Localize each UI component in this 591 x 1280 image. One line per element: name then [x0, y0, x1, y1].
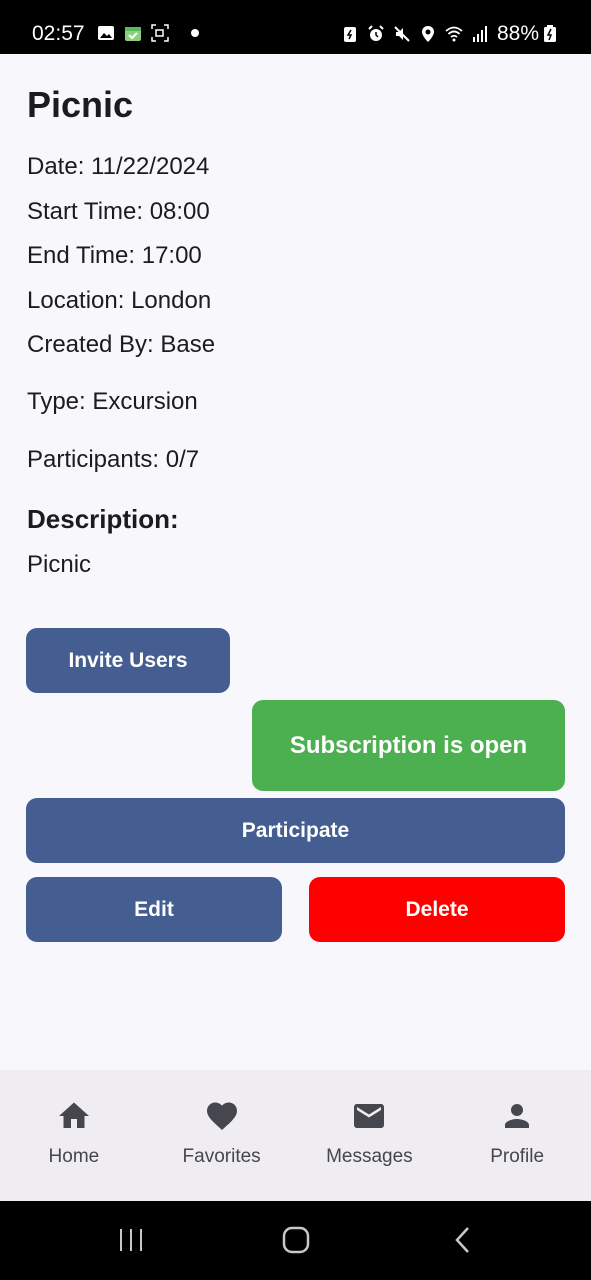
- heart-icon: [206, 1102, 237, 1131]
- battery-percent: 88%: [496, 22, 539, 45]
- edit-button[interactable]: Edit: [26, 877, 282, 942]
- nav-item-home[interactable]: Home: [0, 1070, 148, 1201]
- delete-button[interactable]: Delete: [309, 877, 565, 942]
- event-created-by: Created By: Base: [27, 331, 216, 358]
- alarm-icon: [368, 25, 384, 41]
- event-participants: Participants: 0/7: [27, 446, 200, 473]
- nav-item-messages[interactable]: Messages: [296, 1070, 444, 1201]
- battery-saver-icon: [343, 27, 356, 42]
- event-description: Picnic: [27, 551, 92, 578]
- nav-label-favorites: Favorites: [182, 1146, 261, 1167]
- signal-icon: [472, 26, 487, 42]
- home-button-icon[interactable]: [281, 1225, 311, 1255]
- home-icon: [58, 1102, 89, 1128]
- mail-icon: [354, 1104, 385, 1128]
- nav-label-home: Home: [48, 1146, 100, 1167]
- recent-apps-icon[interactable]: [116, 1225, 146, 1255]
- dot-icon: [191, 29, 199, 37]
- system-navigation-bar: [0, 1201, 591, 1280]
- gallery-icon: [98, 26, 114, 40]
- bottom-navigation: Home Favorites Messages Profile: [0, 1070, 591, 1201]
- event-title: Picnic: [27, 84, 134, 125]
- subscription-status-button[interactable]: Subscription is open: [252, 700, 565, 791]
- nav-label-messages: Messages: [326, 1146, 413, 1167]
- nav-item-favorites[interactable]: Favorites: [148, 1070, 296, 1201]
- event-detail-screen: Picnic Date: 11/22/2024 Start Time: 08:0…: [0, 54, 591, 1070]
- event-location: Location: London: [27, 287, 212, 314]
- event-type: Type: Excursion: [27, 388, 198, 415]
- nav-label-profile: Profile: [490, 1146, 545, 1167]
- person-icon: [505, 1104, 530, 1128]
- screen-record-icon: [151, 24, 169, 42]
- status-time: 02:57: [32, 22, 85, 45]
- event-date: Date: 11/22/2024: [27, 153, 210, 180]
- event-end-time: End Time: 17:00: [27, 242, 202, 269]
- location-icon: [421, 26, 434, 42]
- status-bar: 02:57 88%: [0, 0, 591, 54]
- participate-button[interactable]: Participate: [26, 798, 565, 863]
- invite-users-button[interactable]: Invite Users: [26, 628, 230, 693]
- mute-icon: [394, 26, 410, 42]
- calendar-icon: [125, 27, 141, 41]
- back-icon[interactable]: [448, 1225, 478, 1255]
- event-start-time: Start Time: 08:00: [27, 198, 210, 225]
- battery-charging-icon: [544, 25, 556, 42]
- nav-item-profile[interactable]: Profile: [443, 1070, 591, 1201]
- description-label: Description:: [27, 504, 179, 534]
- wifi-icon: [445, 26, 463, 42]
